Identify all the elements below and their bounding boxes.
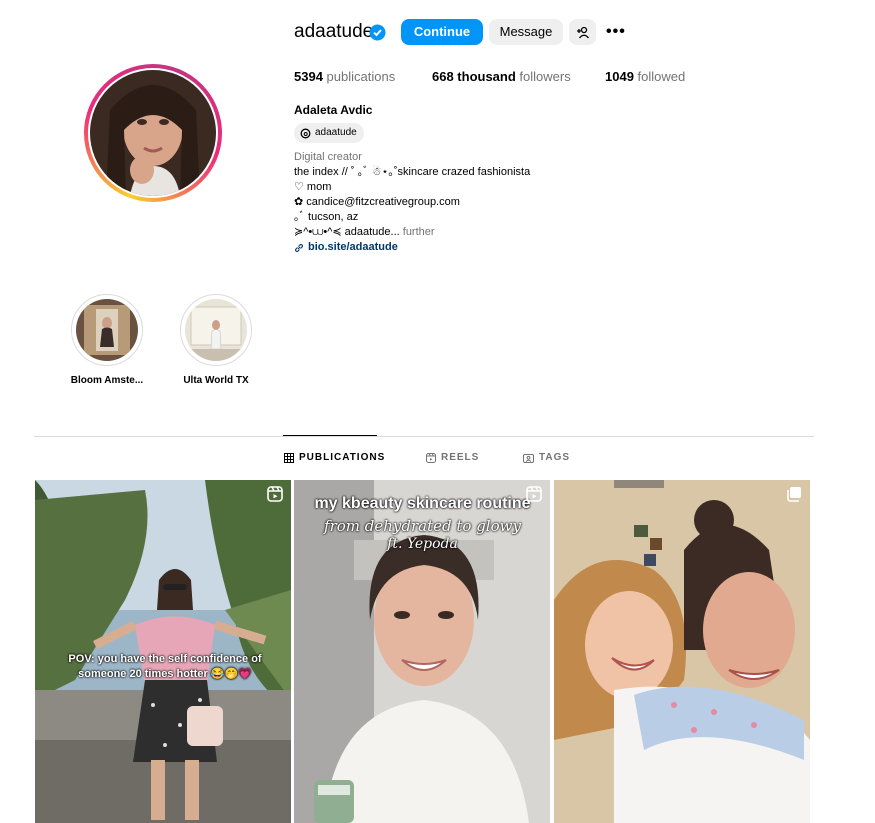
active-tab-indicator [283, 435, 377, 436]
highlight-label: Ulta World TX [183, 375, 249, 386]
post-overlay-subtitle: from dehydrated to glowy [324, 517, 521, 535]
bio-website-text: bio.site/adaatude [308, 241, 398, 253]
profile-username: adaatude [294, 21, 374, 42]
verified-badge-icon [369, 24, 386, 41]
highlight-label: Bloom Amste... [70, 375, 144, 386]
bio-more-link[interactable]: further [400, 226, 435, 238]
post-overlay-text: POV: you have the self confidence of som… [68, 653, 262, 680]
threads-icon [300, 128, 311, 138]
highlight-item[interactable]: Bloom Amste... [71, 294, 143, 386]
add-user-button[interactable] [569, 19, 596, 45]
bio-website-link[interactable]: bio.site/adaatude [294, 240, 530, 255]
tab-label: PUBLICATIONS [299, 452, 386, 463]
tabs-divider [34, 436, 814, 437]
followers-label: followers [515, 69, 571, 84]
profile-full-name: Adaleta Avdic [294, 103, 373, 117]
post-image [554, 480, 810, 823]
post-tile[interactable] [554, 480, 810, 823]
add-user-icon [576, 26, 589, 39]
bio-line: the index // ˚ ｡ﾞ ☃︎⋆｡˚skincare crazed f… [294, 166, 531, 178]
post-overlay-subtitle: ft. Yepoda [387, 536, 458, 552]
bio-line: ✿ candice@fitzcreativegroup.com [294, 196, 460, 208]
profile-avatar[interactable] [84, 64, 222, 202]
followers-count: 668 thousand [432, 69, 516, 84]
bio-line: ≽^•⩊•^≼ adaatude... [294, 226, 400, 238]
carousel-icon [787, 487, 801, 502]
reels-icon [426, 453, 436, 463]
followed-label: followed [633, 69, 686, 84]
reel-icon [267, 486, 283, 502]
message-button[interactable]: Message [489, 19, 563, 45]
highlight-item[interactable]: Ulta World TX [180, 294, 252, 386]
bio-line: ♡ mom [294, 181, 332, 193]
grid-icon [284, 453, 294, 463]
reel-icon [526, 486, 542, 502]
post-tile[interactable]: my kbeauty skincare routine from dehydra… [294, 480, 550, 823]
followers-stat[interactable]: 668 thousand followers [432, 69, 571, 85]
publications-count: 5394 [294, 69, 323, 84]
post-tile[interactable]: POV: you have the self confidence of som… [35, 480, 291, 823]
profile-bio: Digital creator the index // ˚ ｡ﾞ ☃︎⋆｡˚s… [294, 150, 530, 255]
highlight-thumbnail [76, 299, 138, 361]
post-overlay-title: my kbeauty skincare routine [314, 495, 531, 512]
tab-label: TAGS [539, 452, 571, 463]
tab-tags[interactable]: TAGS [523, 451, 570, 465]
followed-count: 1049 [605, 69, 634, 84]
bio-category: Digital creator [294, 151, 362, 163]
threads-badge[interactable]: adaatude [294, 123, 364, 143]
bio-line: ｡ﾞ tucson, az [294, 211, 359, 223]
continue-button[interactable]: Continue [401, 19, 483, 45]
publications-stat[interactable]: 5394 publications [294, 69, 395, 85]
more-options-icon[interactable]: ••• [606, 22, 628, 42]
threads-handle: adaatude [315, 127, 357, 138]
highlight-thumbnail [185, 299, 247, 361]
tab-reels[interactable]: REELS [426, 451, 479, 465]
publications-label: publications [322, 69, 396, 84]
link-icon [295, 243, 303, 252]
tab-publications[interactable]: PUBLICATIONS [284, 451, 385, 465]
followed-stat[interactable]: 1049 followed [605, 69, 685, 85]
tab-label: REELS [441, 452, 480, 463]
tag-icon [523, 454, 534, 463]
